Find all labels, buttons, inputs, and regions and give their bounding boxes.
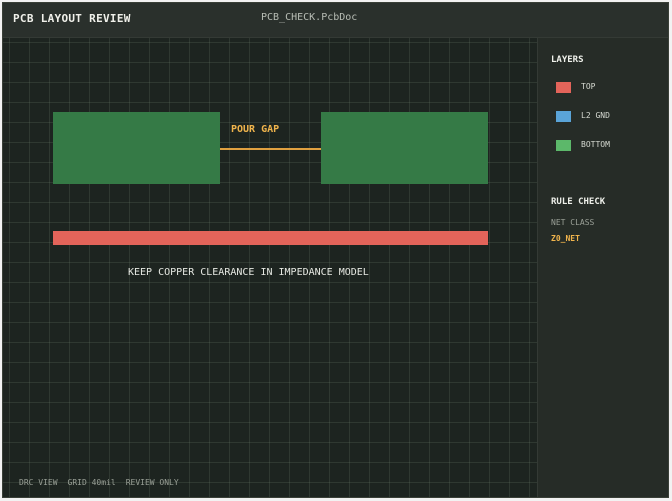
net-class-value[interactable]: Z0_NET xyxy=(551,234,580,243)
layer-swatch-l2-gnd xyxy=(556,111,571,122)
layer-swatch-bottom xyxy=(556,140,571,151)
pour-gap-line xyxy=(220,148,321,150)
layer-label-l2-gnd: L2 GND xyxy=(581,111,610,120)
app-title: PCB LAYOUT REVIEW xyxy=(13,12,131,25)
copper-pour-right[interactable] xyxy=(321,112,488,184)
copper-pour-left[interactable] xyxy=(53,112,220,184)
title-bar: PCB LAYOUT REVIEW PCB_CHECK.PcbDoc xyxy=(3,3,668,38)
pour-gap-label: POUR GAP xyxy=(231,124,280,135)
layer-item-l2-gnd[interactable]: L2 GND xyxy=(556,111,656,123)
layer-item-top[interactable]: TOP xyxy=(556,82,656,94)
pcb-canvas[interactable]: POUR GAP KEEP COPPER CLEARANCE IN IMPEDA… xyxy=(3,38,537,497)
clearance-note: KEEP COPPER CLEARANCE IN IMPEDANCE MODEL xyxy=(128,267,369,278)
status-grid: GRID 40mil xyxy=(67,478,116,487)
layer-swatch-top xyxy=(556,82,571,93)
rule-check-heading: RULE CHECK xyxy=(551,197,606,207)
status-review-only: REVIEW ONLY xyxy=(125,478,179,487)
layer-label-top: TOP xyxy=(581,82,596,91)
layers-heading: LAYERS xyxy=(551,55,584,65)
status-footer: DRC VIEW GRID 40mil REVIEW ONLY xyxy=(19,478,189,487)
app-window: PCB LAYOUT REVIEW PCB_CHECK.PcbDoc POUR … xyxy=(2,2,669,498)
layer-item-bottom[interactable]: BOTTOM xyxy=(556,140,656,152)
layer-label-bottom: BOTTOM xyxy=(581,140,610,149)
net-class-label: NET CLASS xyxy=(551,218,595,227)
status-drc-view: DRC VIEW xyxy=(19,478,58,487)
sidebar: LAYERS TOP L2 GND BOTTOM RULE CHECK NET … xyxy=(537,38,668,497)
document-tab[interactable]: PCB_CHECK.PcbDoc xyxy=(261,12,357,23)
top-layer-trace[interactable] xyxy=(53,231,488,245)
